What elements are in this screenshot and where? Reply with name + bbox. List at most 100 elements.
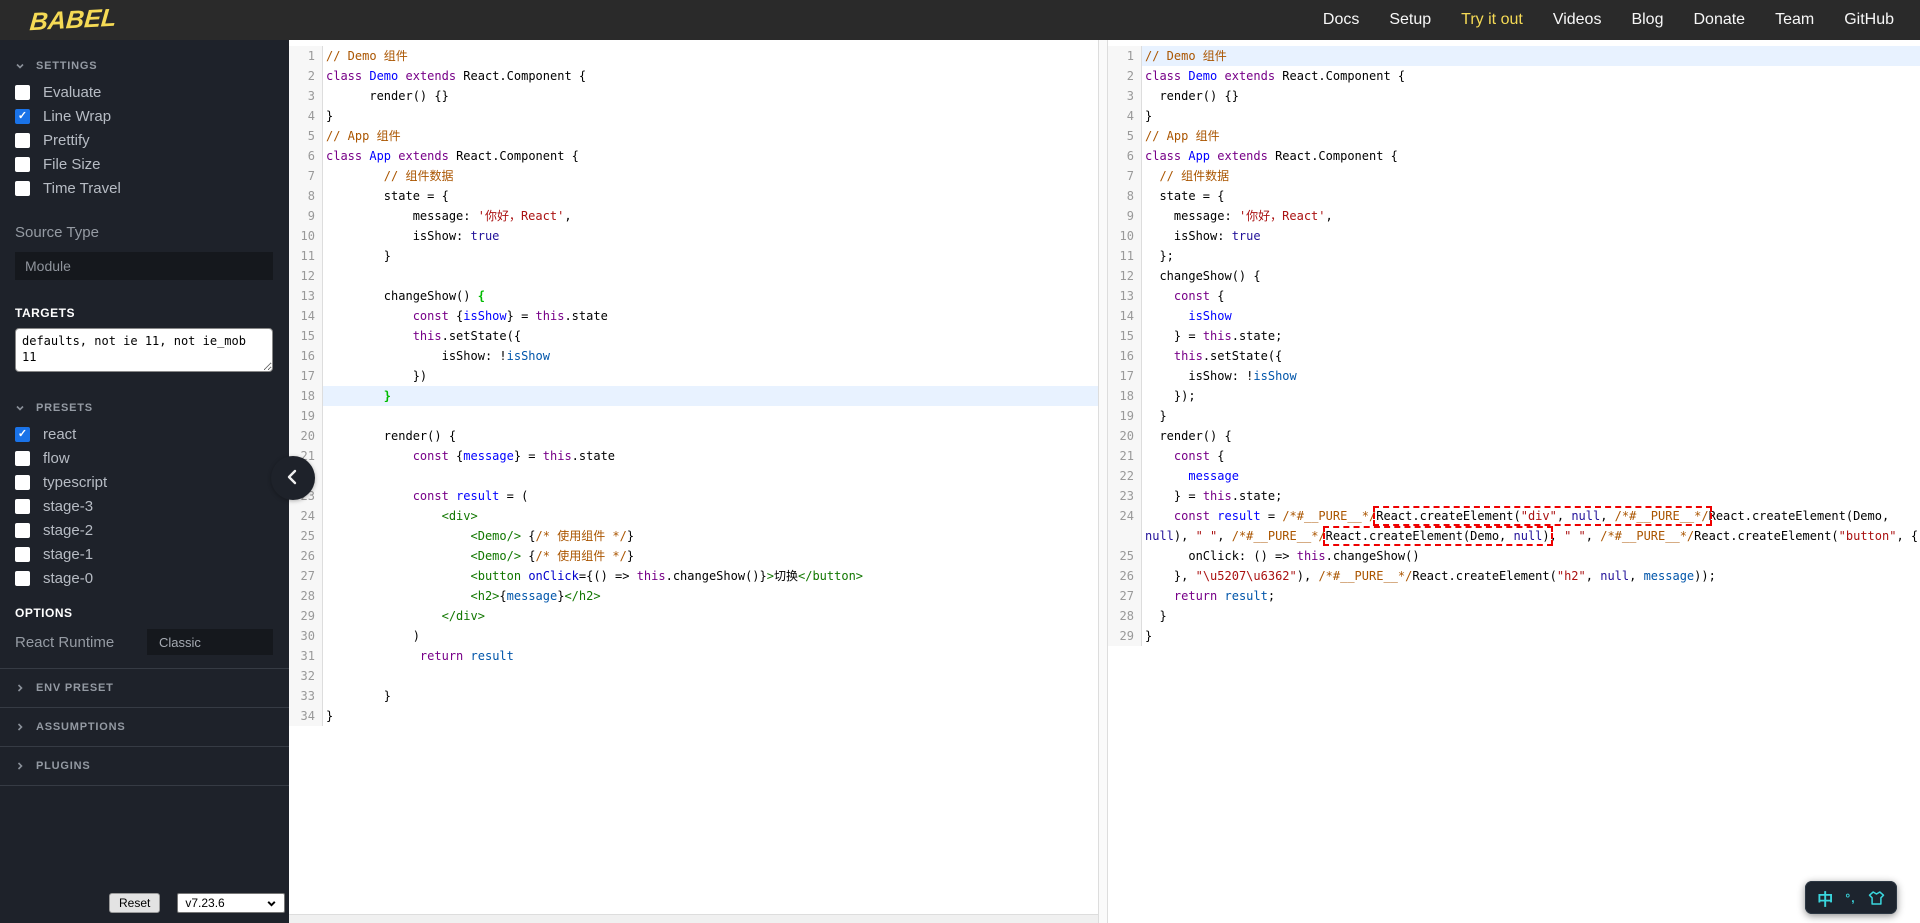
code-line[interactable]: 28 <h2>{message}</h2> bbox=[289, 586, 1098, 606]
targets-input[interactable]: defaults, not ie 11, not ie_mob 11 bbox=[15, 328, 273, 372]
ime-language-button[interactable]: 中 bbox=[1817, 886, 1833, 910]
code-line[interactable]: 10 isShow: true bbox=[289, 226, 1098, 246]
code-line[interactable]: 9 message: '你好，React', bbox=[289, 206, 1098, 226]
code-line[interactable]: 7 // 组件数据 bbox=[289, 166, 1098, 186]
env-preset-section-header[interactable]: ENV PRESET bbox=[0, 668, 289, 707]
checkbox[interactable] bbox=[15, 132, 30, 148]
code-line[interactable]: 25 onClick: () => this.changeShow() bbox=[1108, 546, 1920, 566]
code-line[interactable]: 19 } bbox=[1108, 406, 1920, 426]
code-line[interactable]: 28 } bbox=[1108, 606, 1920, 626]
version-select[interactable]: v7.23.6 bbox=[177, 893, 286, 913]
checkbox-row-typescript[interactable]: typescript bbox=[0, 470, 289, 494]
checkbox[interactable] bbox=[15, 498, 30, 514]
nav-github[interactable]: GitHub bbox=[1844, 11, 1894, 29]
nav-donate[interactable]: Donate bbox=[1693, 11, 1745, 29]
code-line[interactable]: 9 message: '你好，React', bbox=[1108, 206, 1920, 226]
checkbox-row-time-travel[interactable]: Time Travel bbox=[0, 176, 289, 200]
checkbox-row-file-size[interactable]: File Size bbox=[0, 152, 289, 176]
nav-blog[interactable]: Blog bbox=[1631, 11, 1663, 29]
code-line[interactable]: 4} bbox=[1108, 106, 1920, 126]
code-line[interactable]: 26 <Demo/> {/* 使用组件 */} bbox=[289, 546, 1098, 566]
ime-skin-shirt-icon[interactable] bbox=[1868, 890, 1885, 906]
checkbox[interactable] bbox=[15, 426, 30, 442]
code-line[interactable]: 33 } bbox=[289, 686, 1098, 706]
editor-divider[interactable] bbox=[1098, 40, 1108, 923]
checkbox[interactable] bbox=[15, 156, 30, 172]
code-line[interactable]: 10 isShow: true bbox=[1108, 226, 1920, 246]
code-line[interactable]: 3 render() {} bbox=[289, 86, 1098, 106]
code-line[interactable]: 29 </div> bbox=[289, 606, 1098, 626]
horizontal-scrollbar[interactable] bbox=[289, 914, 1098, 923]
ime-punctuation-button[interactable]: °, bbox=[1845, 891, 1855, 905]
code-line[interactable]: 1// Demo 组件 bbox=[1108, 46, 1920, 66]
code-line[interactable]: 6 class App extends React.Component { bbox=[289, 146, 1098, 166]
code-line[interactable]: 19 bbox=[289, 406, 1098, 426]
code-line[interactable]: 11 } bbox=[289, 246, 1098, 266]
code-line[interactable]: 20 render() { bbox=[289, 426, 1098, 446]
code-line[interactable]: 34} bbox=[289, 706, 1098, 726]
code-line[interactable]: 22 bbox=[289, 466, 1098, 486]
checkbox-row-flow[interactable]: flow bbox=[0, 446, 289, 470]
checkbox-row-stage-0[interactable]: stage-0 bbox=[0, 566, 289, 590]
source-editor[interactable]: 1// Demo 组件 2 class Demo extends React.Com… bbox=[289, 40, 1098, 923]
code-line[interactable]: 24 const result = /*#__PURE__*/React.cre… bbox=[1108, 506, 1920, 546]
source-type-select[interactable]: Module bbox=[15, 252, 273, 280]
sidebar-collapse-button[interactable] bbox=[271, 456, 315, 500]
code-line[interactable]: 6 class App extends React.Component { bbox=[1108, 146, 1920, 166]
reset-button[interactable]: Reset bbox=[109, 893, 161, 913]
code-line[interactable]: 21 const {message} = this.state bbox=[289, 446, 1098, 466]
checkbox-row-stage-3[interactable]: stage-3 bbox=[0, 494, 289, 518]
code-line[interactable]: 14 isShow bbox=[1108, 306, 1920, 326]
code-line[interactable]: 26 }, "\u5207\u6362"), /*#__PURE__*/Reac… bbox=[1108, 566, 1920, 586]
presets-section-header[interactable]: PRESETS bbox=[0, 398, 289, 418]
code-line[interactable]: 24 <div> bbox=[289, 506, 1098, 526]
react-runtime-select[interactable]: Classic bbox=[147, 629, 273, 655]
code-line[interactable]: 1// Demo 组件 bbox=[289, 46, 1098, 66]
code-line[interactable]: 32 bbox=[289, 666, 1098, 686]
nav-videos[interactable]: Videos bbox=[1553, 11, 1602, 29]
code-line[interactable]: 27 <button onClick={() => this.changeSho… bbox=[289, 566, 1098, 586]
nav-team[interactable]: Team bbox=[1775, 11, 1814, 29]
checkbox-row-react[interactable]: react bbox=[0, 422, 289, 446]
code-line[interactable]: 13 changeShow() { bbox=[289, 286, 1098, 306]
code-line[interactable]: 18 } bbox=[289, 386, 1098, 406]
code-line[interactable]: 23 const result = ( bbox=[289, 486, 1098, 506]
assumptions-section-header[interactable]: ASSUMPTIONS bbox=[0, 707, 289, 746]
code-line[interactable]: 30 ) bbox=[289, 626, 1098, 646]
plugins-section-header[interactable]: PLUGINS bbox=[0, 746, 289, 786]
code-line[interactable]: 5// App 组件 bbox=[289, 126, 1098, 146]
code-line[interactable]: 17 }) bbox=[289, 366, 1098, 386]
nav-setup[interactable]: Setup bbox=[1389, 11, 1431, 29]
code-line[interactable]: 7 // 组件数据 bbox=[1108, 166, 1920, 186]
code-line[interactable]: 11 }; bbox=[1108, 246, 1920, 266]
code-line[interactable]: 29} bbox=[1108, 626, 1920, 646]
code-line[interactable]: 12 changeShow() { bbox=[1108, 266, 1920, 286]
code-line[interactable]: 18 }); bbox=[1108, 386, 1920, 406]
code-line[interactable]: 25 <Demo/> {/* 使用组件 */} bbox=[289, 526, 1098, 546]
settings-section-header[interactable]: SETTINGS bbox=[0, 56, 289, 76]
code-line[interactable]: 2 class Demo extends React.Component { bbox=[289, 66, 1098, 86]
checkbox-row-prettify[interactable]: Prettify bbox=[0, 128, 289, 152]
code-line[interactable]: 13 const { bbox=[1108, 286, 1920, 306]
checkbox[interactable] bbox=[15, 474, 30, 490]
code-line[interactable]: 4} bbox=[289, 106, 1098, 126]
code-line[interactable]: 8 state = { bbox=[289, 186, 1098, 206]
nav-docs[interactable]: Docs bbox=[1323, 11, 1359, 29]
code-line[interactable]: 27 return result; bbox=[1108, 586, 1920, 606]
code-line[interactable]: 31 return result bbox=[289, 646, 1098, 666]
nav-try-it-out[interactable]: Try it out bbox=[1461, 11, 1523, 29]
code-line[interactable]: 2 class Demo extends React.Component { bbox=[1108, 66, 1920, 86]
babel-logo[interactable]: BABEL bbox=[28, 3, 118, 36]
checkbox-row-evaluate[interactable]: Evaluate bbox=[0, 80, 289, 104]
code-line[interactable]: 21 const { bbox=[1108, 446, 1920, 466]
checkbox-row-stage-2[interactable]: stage-2 bbox=[0, 518, 289, 542]
checkbox-row-line-wrap[interactable]: Line Wrap bbox=[0, 104, 289, 128]
code-line[interactable]: 15 } = this.state; bbox=[1108, 326, 1920, 346]
code-line[interactable]: 12 bbox=[289, 266, 1098, 286]
code-line[interactable]: 5// App 组件 bbox=[1108, 126, 1920, 146]
code-line[interactable]: 22 message bbox=[1108, 466, 1920, 486]
code-line[interactable]: 16 isShow: !isShow bbox=[289, 346, 1098, 366]
output-editor[interactable]: 1// Demo 组件 2 class Demo extends React.Com… bbox=[1108, 40, 1920, 923]
code-line[interactable]: 17 isShow: !isShow bbox=[1108, 366, 1920, 386]
code-line[interactable]: 8 state = { bbox=[1108, 186, 1920, 206]
